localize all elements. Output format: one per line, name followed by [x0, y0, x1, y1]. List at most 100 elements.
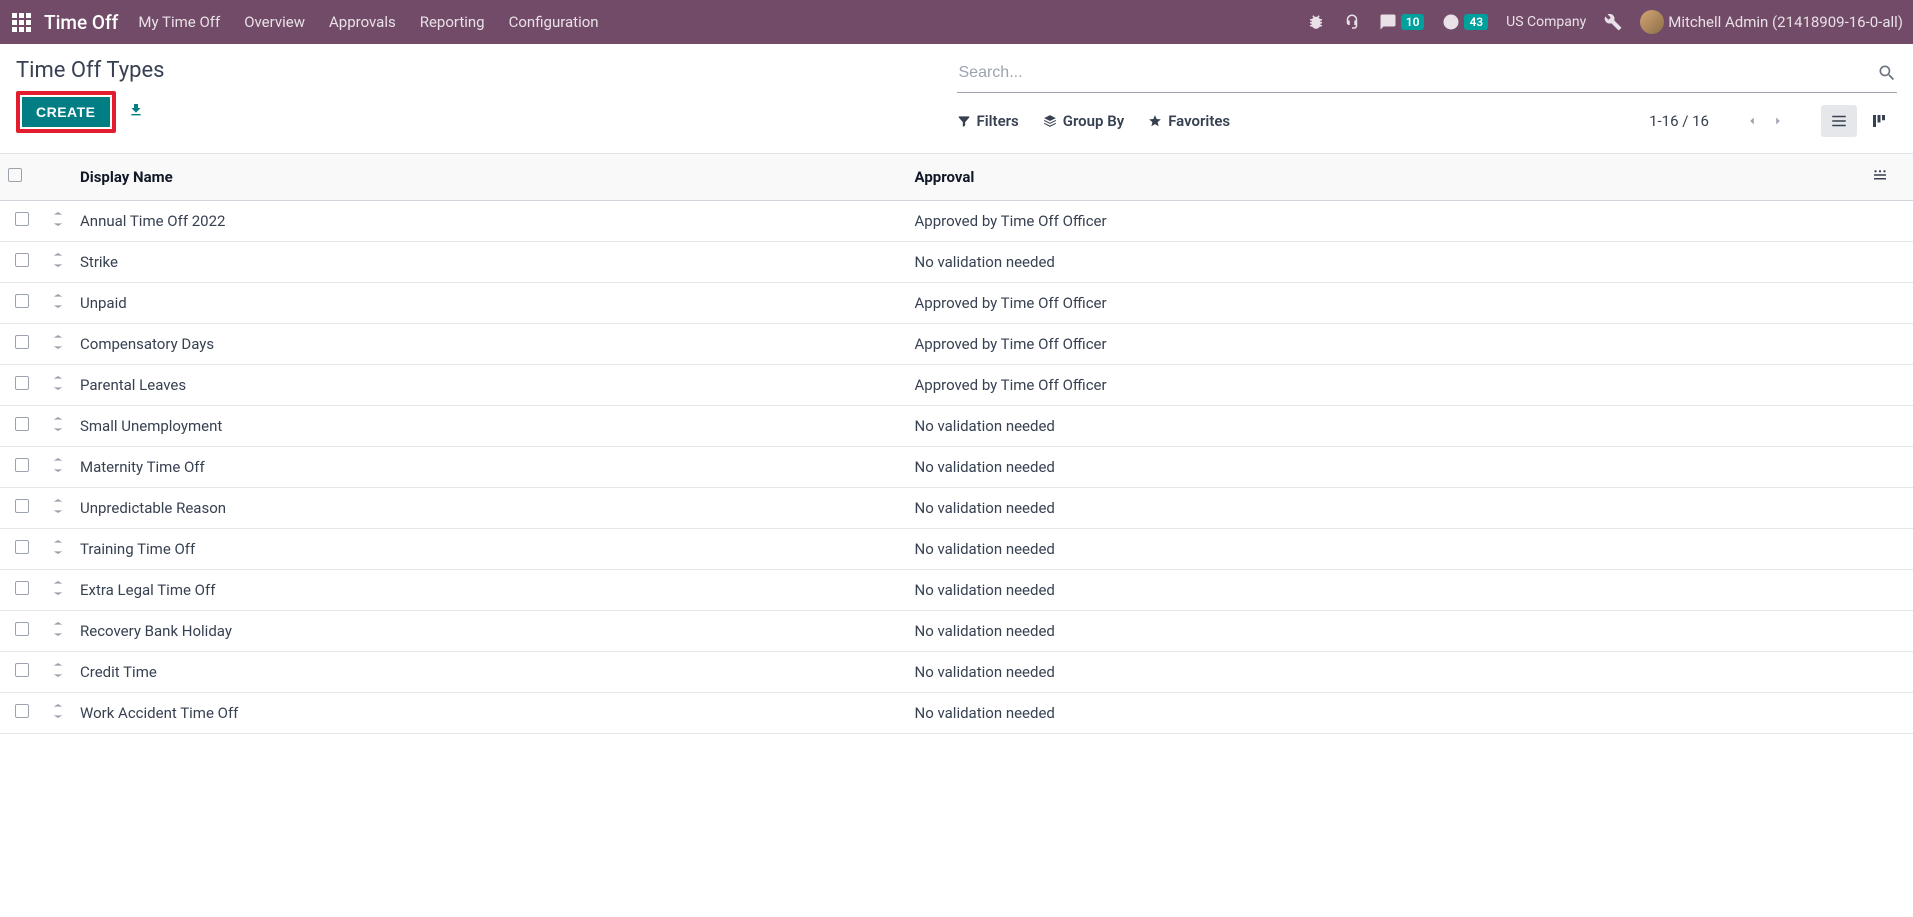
header-approval[interactable]: Approval — [907, 154, 1864, 201]
cell-display-name: Unpaid — [72, 283, 907, 324]
drag-handle-icon[interactable] — [53, 417, 63, 435]
row-checkbox[interactable] — [15, 335, 29, 349]
drag-handle-icon[interactable] — [53, 499, 63, 517]
row-checkbox[interactable] — [15, 376, 29, 390]
control-panel: Time Off Types CREATE Filters Group By — [0, 44, 1913, 154]
optional-columns-icon[interactable] — [1871, 170, 1889, 188]
filters-label: Filters — [977, 112, 1019, 130]
drag-handle-icon[interactable] — [53, 581, 63, 599]
drag-handle-icon[interactable] — [53, 335, 63, 353]
cell-approval: No validation needed — [907, 447, 1864, 488]
list-view-button[interactable] — [1821, 105, 1857, 137]
cell-display-name: Parental Leaves — [72, 365, 907, 406]
drag-handle-icon[interactable] — [53, 294, 63, 312]
row-checkbox[interactable] — [15, 581, 29, 595]
row-checkbox[interactable] — [15, 663, 29, 677]
cell-approval: No validation needed — [907, 652, 1864, 693]
create-button[interactable]: CREATE — [22, 97, 110, 127]
row-checkbox[interactable] — [15, 458, 29, 472]
table-row[interactable]: Work Accident Time OffNo validation need… — [0, 693, 1913, 734]
avatar — [1640, 10, 1664, 34]
debug-tools-icon[interactable] — [1604, 13, 1622, 31]
company-switcher[interactable]: US Company — [1506, 14, 1586, 30]
messages-badge: 10 — [1401, 14, 1425, 30]
cell-display-name: Training Time Off — [72, 529, 907, 570]
pager-next-icon[interactable] — [1771, 114, 1785, 128]
table-row[interactable]: Compensatory DaysApproved by Time Off Of… — [0, 324, 1913, 365]
row-checkbox[interactable] — [15, 417, 29, 431]
cell-approval: Approved by Time Off Officer — [907, 283, 1864, 324]
favorites-button[interactable]: Favorites — [1148, 112, 1230, 130]
table-row[interactable]: Extra Legal Time OffNo validation needed — [0, 570, 1913, 611]
cell-approval: No validation needed — [907, 406, 1864, 447]
cell-approval: No validation needed — [907, 488, 1864, 529]
cell-approval: No validation needed — [907, 611, 1864, 652]
pager[interactable]: 1-16 / 16 — [1649, 112, 1709, 130]
select-all-checkbox[interactable] — [8, 168, 22, 182]
menu-reporting[interactable]: Reporting — [420, 13, 485, 31]
menu-approvals[interactable]: Approvals — [329, 13, 396, 31]
cell-approval: No validation needed — [907, 529, 1864, 570]
cell-approval: No validation needed — [907, 570, 1864, 611]
table-row[interactable]: Unpredictable ReasonNo validation needed — [0, 488, 1913, 529]
table-row[interactable]: Training Time OffNo validation needed — [0, 529, 1913, 570]
cell-approval: Approved by Time Off Officer — [907, 201, 1864, 242]
table-row[interactable]: Small UnemploymentNo validation needed — [0, 406, 1913, 447]
debug-icon[interactable] — [1307, 13, 1325, 31]
row-checkbox[interactable] — [15, 499, 29, 513]
row-checkbox[interactable] — [15, 704, 29, 718]
table-row[interactable]: Annual Time Off 2022Approved by Time Off… — [0, 201, 1913, 242]
drag-handle-icon[interactable] — [53, 704, 63, 722]
menu-configuration[interactable]: Configuration — [509, 13, 599, 31]
table-row[interactable]: Maternity Time OffNo validation needed — [0, 447, 1913, 488]
drag-handle-icon[interactable] — [53, 253, 63, 271]
activities-tray[interactable]: 43 — [1442, 13, 1488, 31]
cell-display-name: Recovery Bank Holiday — [72, 611, 907, 652]
search-bar — [957, 56, 1898, 93]
cell-display-name: Maternity Time Off — [72, 447, 907, 488]
drag-handle-icon[interactable] — [53, 376, 63, 394]
groupby-button[interactable]: Group By — [1043, 112, 1124, 130]
search-input[interactable] — [957, 60, 1878, 86]
messages-tray[interactable]: 10 — [1379, 13, 1425, 31]
header-display-name[interactable]: Display Name — [72, 154, 907, 201]
search-toolbar: Filters Group By Favorites 1-16 / 16 — [957, 97, 1898, 153]
page-title: Time Off Types — [16, 52, 957, 83]
cell-display-name: Compensatory Days — [72, 324, 907, 365]
menu-my-time-off[interactable]: My Time Off — [138, 13, 220, 31]
menu-overview[interactable]: Overview — [244, 13, 305, 31]
row-checkbox[interactable] — [15, 622, 29, 636]
export-icon[interactable] — [128, 102, 144, 122]
kanban-view-button[interactable] — [1861, 105, 1897, 137]
row-checkbox[interactable] — [15, 294, 29, 308]
records-table: Display Name Approval Annual Time Off 20… — [0, 154, 1913, 734]
table-row[interactable]: Recovery Bank HolidayNo validation neede… — [0, 611, 1913, 652]
filters-button[interactable]: Filters — [957, 112, 1019, 130]
support-icon[interactable] — [1343, 13, 1361, 31]
row-checkbox[interactable] — [15, 540, 29, 554]
user-menu[interactable]: Mitchell Admin (21418909-16-0-all) — [1640, 10, 1903, 34]
drag-handle-icon[interactable] — [53, 622, 63, 640]
activities-badge: 43 — [1464, 14, 1488, 30]
list-view: Display Name Approval Annual Time Off 20… — [0, 154, 1913, 917]
favorites-label: Favorites — [1168, 112, 1230, 130]
cell-display-name: Work Accident Time Off — [72, 693, 907, 734]
table-row[interactable]: Credit TimeNo validation needed — [0, 652, 1913, 693]
table-row[interactable]: UnpaidApproved by Time Off Officer — [0, 283, 1913, 324]
cell-approval: No validation needed — [907, 242, 1864, 283]
pager-prev-icon[interactable] — [1745, 114, 1759, 128]
apps-icon[interactable] — [10, 11, 32, 33]
systray: 10 43 US Company Mitchell Admin (2141890… — [1307, 10, 1903, 34]
row-checkbox[interactable] — [15, 212, 29, 226]
drag-handle-icon[interactable] — [53, 663, 63, 681]
drag-handle-icon[interactable] — [53, 212, 63, 230]
search-icon[interactable] — [1877, 63, 1897, 83]
drag-handle-icon[interactable] — [53, 458, 63, 476]
app-brand[interactable]: Time Off — [44, 11, 118, 34]
row-checkbox[interactable] — [15, 253, 29, 267]
cell-display-name: Extra Legal Time Off — [72, 570, 907, 611]
table-row[interactable]: Parental LeavesApproved by Time Off Offi… — [0, 365, 1913, 406]
groupby-label: Group By — [1063, 112, 1124, 130]
drag-handle-icon[interactable] — [53, 540, 63, 558]
table-row[interactable]: StrikeNo validation needed — [0, 242, 1913, 283]
